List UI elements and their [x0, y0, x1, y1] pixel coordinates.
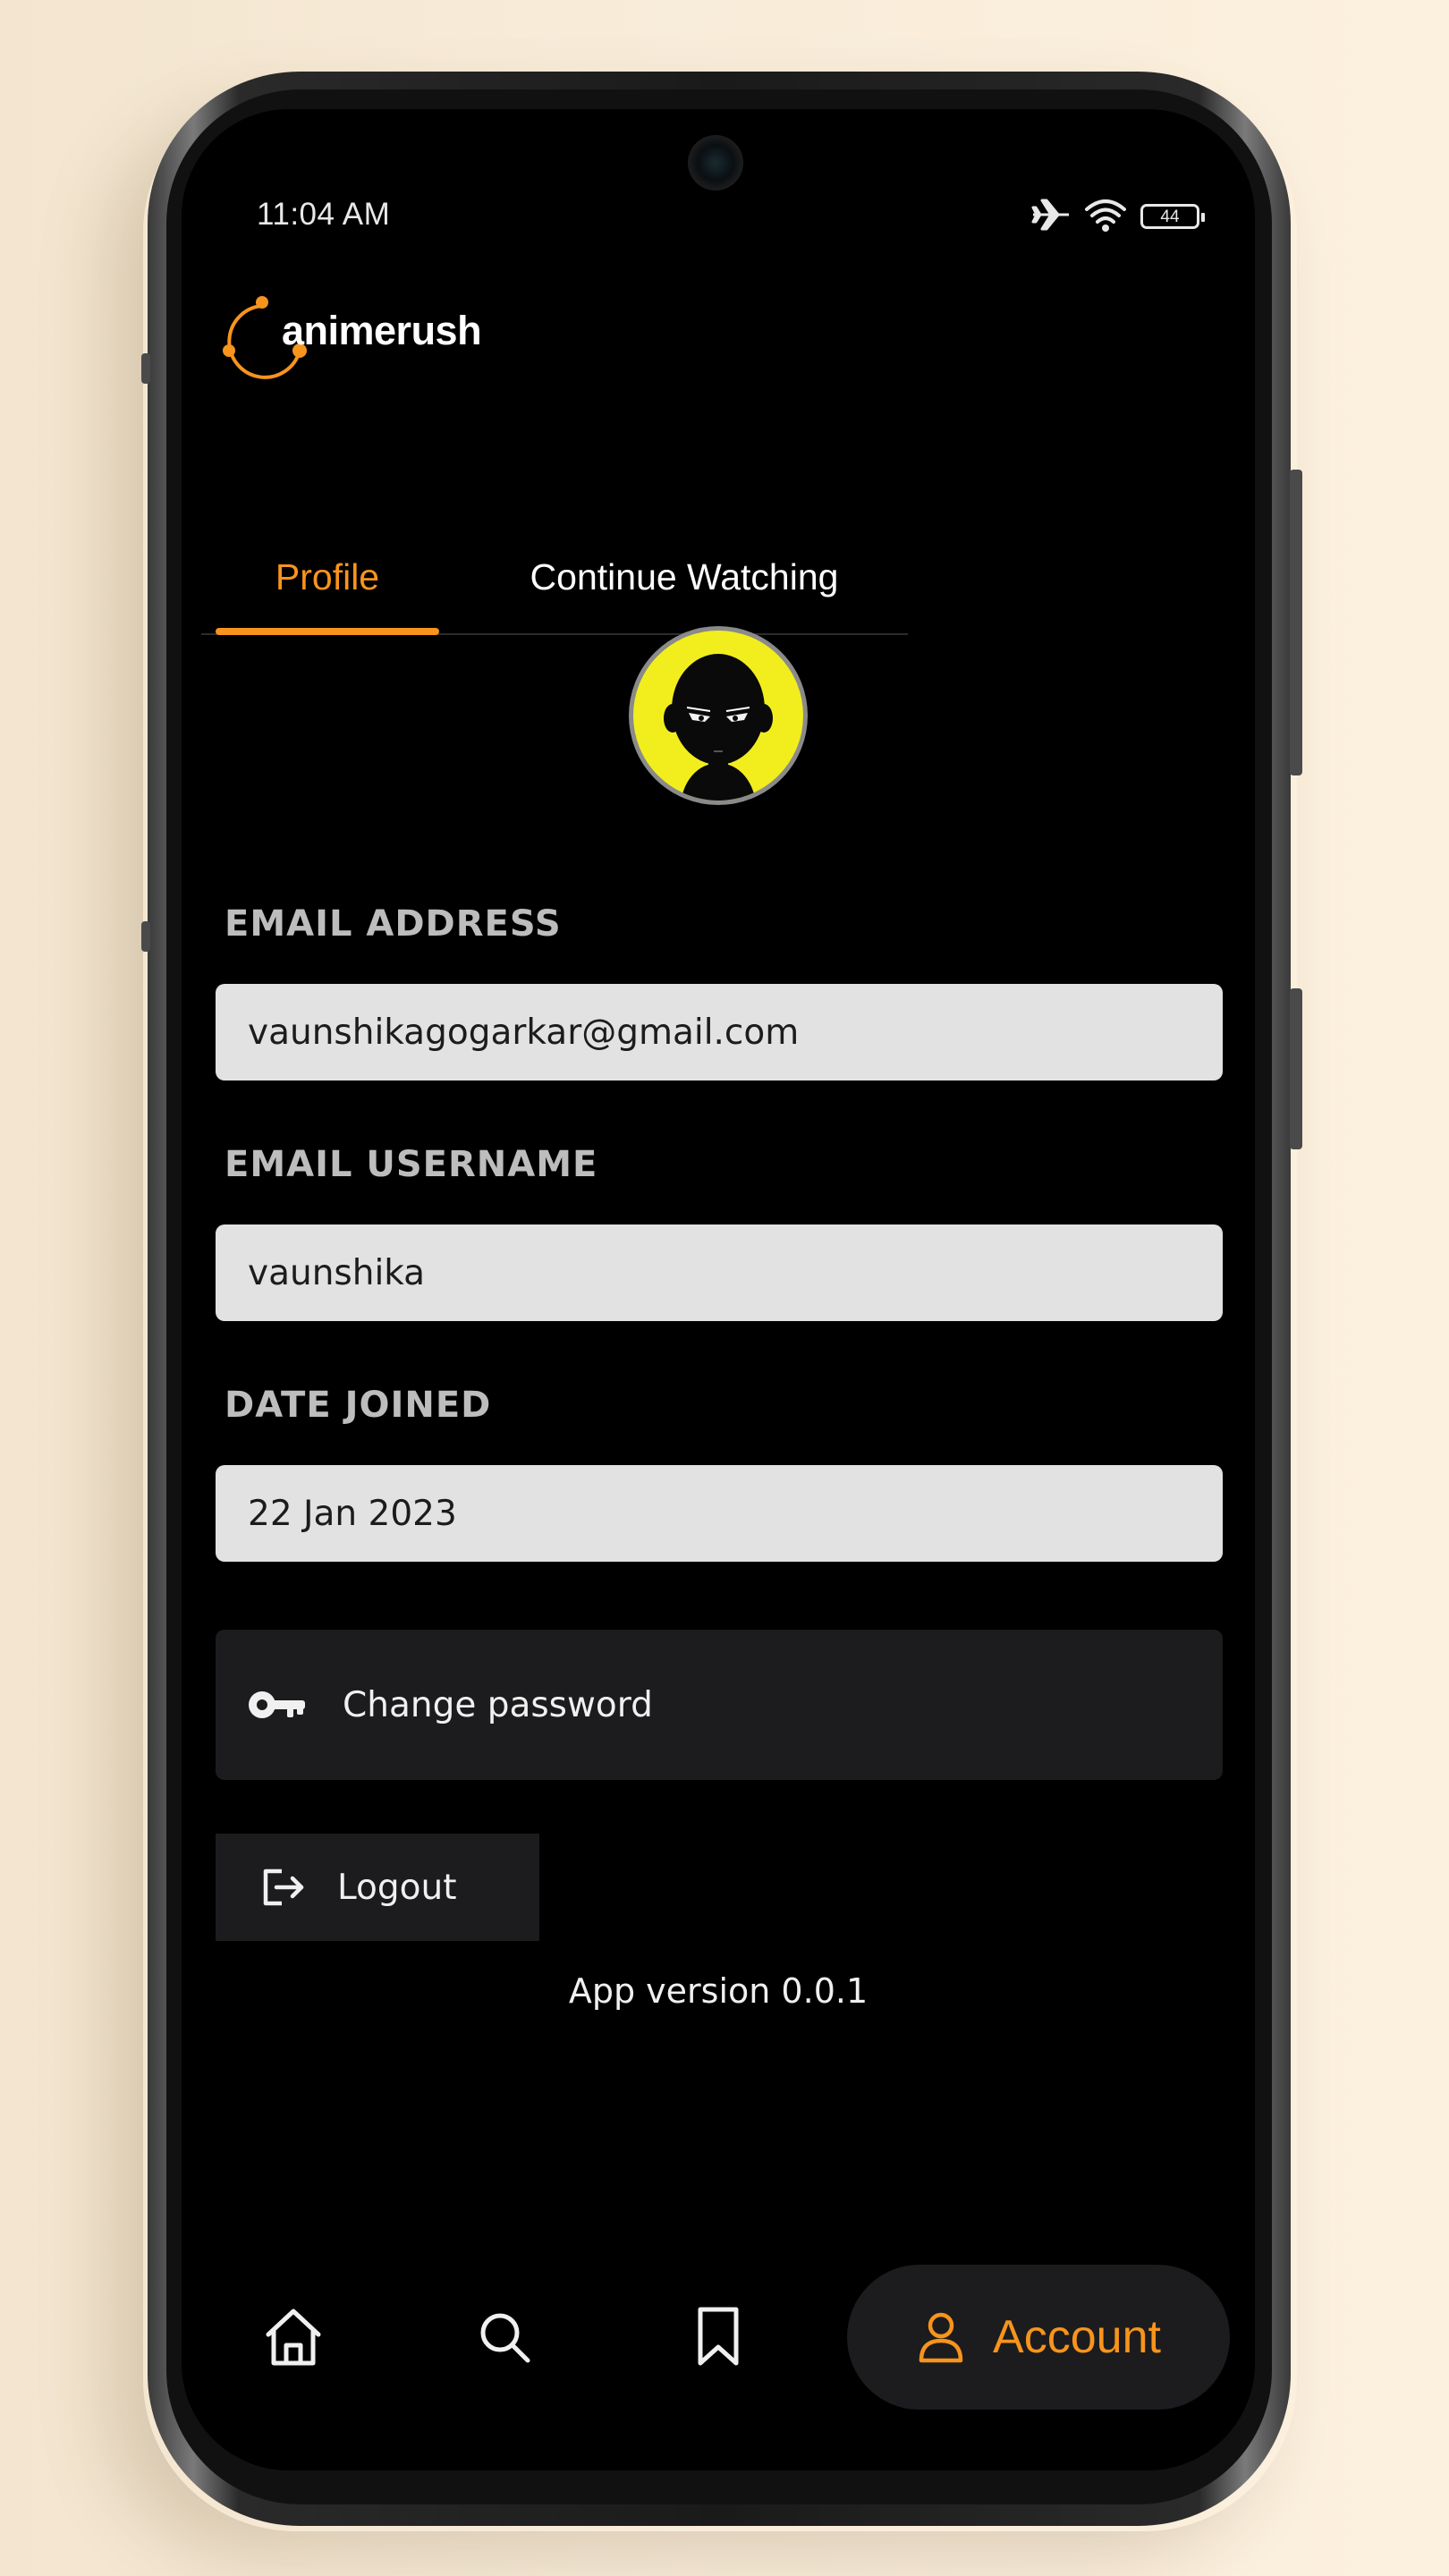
bottom-nav: Account	[182, 2247, 1255, 2426]
side-button-left-1	[141, 353, 150, 384]
tab-profile-label: Profile	[275, 555, 380, 597]
tab-continue-watching-label: Continue Watching	[530, 555, 839, 597]
search-icon	[480, 2313, 530, 2363]
logout-icon	[260, 1866, 307, 1909]
front-camera	[688, 135, 743, 191]
battery-level: 44	[1160, 207, 1180, 226]
app-screen: 11:04 AM 44 animerush Profile Continue W…	[182, 109, 1255, 2470]
tab-continue-watching[interactable]: Continue Watching	[487, 521, 881, 633]
wifi-icon	[1083, 197, 1128, 236]
logo-text: animerush	[282, 308, 482, 353]
app-logo[interactable]: animerush	[217, 288, 486, 386]
email-username-field[interactable]	[216, 1224, 1223, 1321]
change-password-button[interactable]: Change password	[216, 1630, 1223, 1780]
bookmark-icon	[698, 2307, 739, 2366]
home-icon	[266, 2309, 321, 2366]
app-version: App version 0.0.1	[568, 1971, 869, 2011]
battery-icon: 44	[1140, 204, 1205, 229]
profile-tabs: Profile Continue Watching	[201, 521, 908, 635]
change-password-label: Change password	[343, 1684, 653, 1725]
email-username-label: EMAIL USERNAME	[225, 1144, 598, 1185]
logout-button[interactable]: Logout	[216, 1834, 539, 1941]
nav-account[interactable]: Account	[847, 2265, 1230, 2410]
nav-account-label: Account	[993, 2311, 1161, 2363]
date-joined-label: DATE JOINED	[225, 1385, 492, 1426]
nav-search[interactable]	[455, 2288, 554, 2386]
avatar[interactable]	[629, 626, 808, 805]
side-button-left-2	[141, 921, 150, 952]
tab-profile[interactable]: Profile	[216, 521, 439, 635]
status-icons: 44	[1031, 197, 1205, 236]
email-address-label: EMAIL ADDRESS	[225, 903, 562, 945]
email-address-field[interactable]	[216, 984, 1223, 1080]
date-joined-field[interactable]	[216, 1465, 1223, 1562]
nav-home[interactable]	[244, 2288, 343, 2386]
volume-button	[1290, 470, 1302, 775]
power-button	[1290, 988, 1302, 1149]
active-tab-indicator	[216, 628, 439, 635]
logout-label: Logout	[337, 1867, 457, 1908]
bald-character-avatar	[664, 654, 773, 801]
nav-bookmarks[interactable]	[669, 2288, 767, 2386]
key-icon	[246, 1687, 309, 1723]
status-time: 11:04 AM	[257, 197, 391, 232]
user-icon	[919, 2312, 963, 2363]
airplane-icon	[1031, 197, 1071, 236]
